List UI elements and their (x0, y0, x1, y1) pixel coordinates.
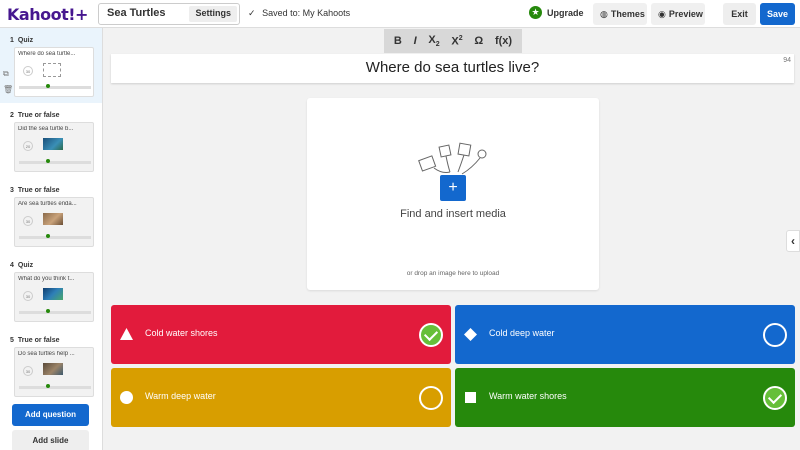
duplicate-icon[interactable]: ⧉ (3, 69, 9, 79)
correct-dot (46, 384, 50, 388)
slide-image (43, 288, 63, 300)
answer-1[interactable]: Cold water shores (111, 305, 451, 364)
add-question-button[interactable]: Add question (12, 404, 89, 426)
slide-preview-text: Do sea turtles help ... (18, 351, 75, 357)
correct-dot (46, 234, 50, 238)
drop-hint: or drop an image here to upload (406, 270, 500, 277)
media-placeholder-icon (43, 63, 61, 77)
slide-preview-text: What do you think t... (18, 276, 75, 282)
settings-button[interactable]: Settings (189, 6, 237, 22)
answer-2[interactable]: Cold deep water (455, 305, 795, 364)
upgrade-label: Upgrade (547, 7, 584, 18)
correct-dot (46, 84, 50, 88)
slide-thumbnail: What do you think t... 30 (14, 272, 94, 322)
answer-bar (19, 386, 91, 389)
bold-button[interactable]: B (394, 35, 402, 47)
subscript-button[interactable]: X2 (428, 34, 439, 48)
slide-item-4[interactable]: 4 Quiz What do you think t... 30 (0, 253, 102, 328)
slide-preview-text: Where do sea turtle... (18, 51, 76, 57)
circle-icon (120, 391, 133, 404)
slide-preview-text: Did the sea turtle b... (18, 126, 74, 132)
trash-icon[interactable]: 🗑 (3, 85, 13, 94)
triangle-icon (120, 328, 133, 340)
square-icon (465, 392, 476, 403)
slide-header: 2 True or false (10, 112, 60, 119)
slide-thumbnail: Are sea turtles enda... 30 (14, 197, 94, 247)
answer-4[interactable]: Warm water shores (455, 368, 795, 427)
save-status-text: Saved to: My Kahoots (262, 8, 351, 18)
slide-header: 3 True or false (10, 187, 60, 194)
exit-button[interactable]: Exit (723, 3, 756, 25)
correct-toggle[interactable] (763, 386, 787, 410)
answer-bar (19, 236, 91, 239)
star-icon: ★ (529, 6, 542, 19)
format-toolbar: B I X2 X2 Ω f(x) (384, 29, 522, 53)
answer-bar (19, 311, 91, 314)
themes-button[interactable]: ◍ Themes (593, 3, 647, 25)
answer-text: Cold deep water (489, 328, 555, 338)
timer-icon: 30 (23, 66, 33, 76)
correct-toggle[interactable] (419, 323, 443, 347)
slides-sidebar: 1 Quiz ⧉ 🗑 Where do sea turtle... 30 2 Tru… (0, 28, 103, 450)
save-status: ✓ Saved to: My Kahoots (248, 8, 350, 19)
answer-bar (19, 86, 91, 89)
kahoot-title-text: Sea Turtles (107, 7, 166, 19)
top-bar: Kahoot!+ Sea Turtles Settings ✓ Saved to… (0, 0, 800, 28)
check-icon: ✓ (248, 8, 256, 18)
collapse-panel-button[interactable]: ‹ (786, 230, 800, 252)
slide-item-3[interactable]: 3 True or false Are sea turtles enda... 3… (0, 178, 102, 253)
slide-thumbnail: Did the sea turtle b... 20 (14, 122, 94, 172)
preview-label: Preview (668, 9, 703, 19)
superscript-button[interactable]: X2 (451, 35, 462, 48)
italic-button[interactable]: I (414, 35, 417, 47)
question-text: Where do sea turtles live? (365, 59, 540, 76)
media-dropzone[interactable]: + Find and insert media or drop an image… (307, 98, 599, 290)
answer-bar (19, 161, 91, 164)
palette-icon: ◍ (600, 8, 608, 19)
chevron-left-icon: ‹ (791, 234, 795, 248)
slide-preview-text: Are sea turtles enda... (18, 201, 77, 207)
correct-toggle[interactable] (419, 386, 443, 410)
preview-button[interactable]: ◉ Preview (651, 3, 705, 25)
slide-image (43, 213, 63, 225)
kahoot-logo[interactable]: Kahoot!+ (7, 5, 88, 24)
slide-image (43, 138, 63, 150)
slide-header: 1 Quiz (10, 37, 34, 44)
slide-header: 4 Quiz (10, 262, 34, 269)
correct-dot (46, 159, 50, 163)
slide-item-5[interactable]: 5 True or false Do sea turtles help ... 3… (0, 328, 102, 403)
add-media-button[interactable]: + (440, 175, 466, 201)
formula-button[interactable]: f(x) (495, 35, 512, 47)
answer-text: Warm water shores (489, 391, 567, 401)
answer-text: Warm deep water (145, 391, 216, 401)
save-button[interactable]: Save (760, 3, 795, 25)
special-characters-button[interactable]: Ω (474, 35, 483, 47)
upgrade-button[interactable]: ★ Upgrade (529, 6, 584, 19)
slide-image (43, 363, 63, 375)
character-count: 94 (783, 57, 791, 64)
correct-dot (46, 309, 50, 313)
timer-icon: 30 (23, 366, 33, 376)
answer-3[interactable]: Warm deep water (111, 368, 451, 427)
slide-thumbnail: Where do sea turtle... 30 (14, 47, 94, 97)
slide-item-2[interactable]: 2 True or false Did the sea turtle b... 2… (0, 103, 102, 178)
slide-item-1[interactable]: 1 Quiz ⧉ 🗑 Where do sea turtle... 30 (0, 28, 102, 103)
timer-icon: 20 (23, 141, 33, 151)
slide-thumbnail: Do sea turtles help ... 30 (14, 347, 94, 397)
themes-label: Themes (610, 9, 645, 19)
timer-icon: 30 (23, 216, 33, 226)
question-input[interactable]: Where do sea turtles live? 94 (111, 54, 794, 83)
eye-icon: ◉ (658, 8, 666, 19)
find-media-label: Find and insert media (400, 208, 506, 220)
diamond-icon (464, 328, 477, 341)
timer-icon: 30 (23, 291, 33, 301)
add-slide-button[interactable]: Add slide (12, 430, 89, 450)
answer-text: Cold water shores (145, 328, 218, 338)
kahoot-title-input[interactable]: Sea Turtles Settings (98, 3, 240, 25)
correct-toggle[interactable] (763, 323, 787, 347)
slide-header: 5 True or false (10, 337, 60, 344)
